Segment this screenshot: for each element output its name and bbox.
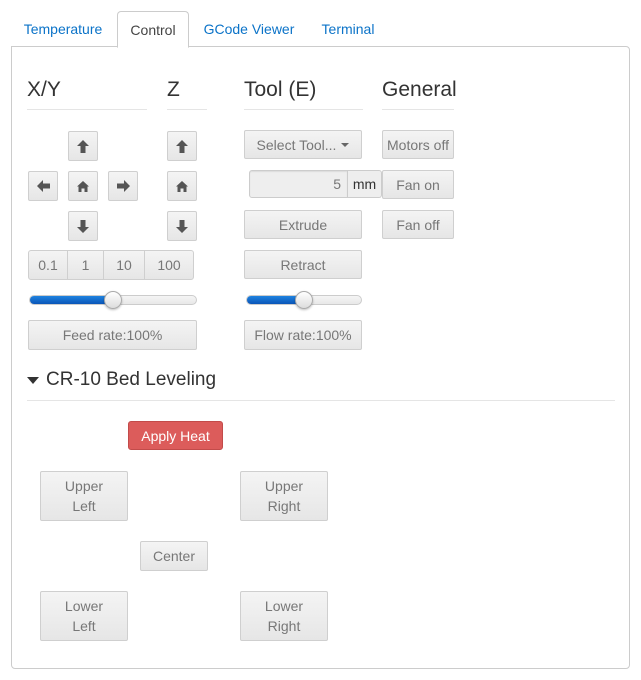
general-heading: General bbox=[382, 78, 457, 101]
extrude-amount-input[interactable] bbox=[249, 170, 348, 198]
lower-right-button[interactable]: Lower Right bbox=[240, 591, 328, 641]
jog-z-plus-button[interactable] bbox=[167, 131, 197, 161]
feed-rate-slider-fill bbox=[30, 296, 113, 304]
lower-left-line2: Left bbox=[72, 618, 96, 634]
flow-rate-slider[interactable] bbox=[246, 291, 362, 309]
lower-left-button[interactable]: Lower Left bbox=[40, 591, 128, 641]
motors-off-button[interactable]: Motors off bbox=[382, 130, 454, 159]
lower-right-line1: Lower bbox=[264, 598, 304, 614]
lower-left-line1: Lower bbox=[64, 598, 104, 614]
step-size-100-button[interactable]: 100 bbox=[144, 250, 194, 280]
feed-rate-slider[interactable] bbox=[29, 291, 197, 309]
bed-leveling-divider bbox=[27, 400, 615, 401]
bed-leveling-title: CR-10 Bed Leveling bbox=[46, 369, 217, 390]
upper-left-line2: Left bbox=[72, 498, 96, 514]
flow-rate-slider-handle[interactable] bbox=[295, 291, 313, 309]
upper-right-button[interactable]: Upper Right bbox=[240, 471, 328, 521]
tab-terminal[interactable]: Terminal bbox=[308, 11, 388, 48]
extrude-button[interactable]: Extrude bbox=[244, 210, 362, 239]
center-button[interactable]: Center bbox=[140, 541, 208, 571]
z-divider bbox=[167, 109, 207, 110]
select-tool-dropdown[interactable]: Select Tool... bbox=[244, 130, 362, 159]
tool-divider bbox=[244, 109, 363, 110]
home-icon bbox=[77, 180, 89, 192]
home-z-button[interactable] bbox=[167, 171, 197, 201]
arrow-down-icon bbox=[176, 219, 188, 233]
upper-left-button[interactable]: Upper Left bbox=[40, 471, 128, 521]
jog-x-minus-button[interactable] bbox=[28, 171, 58, 201]
arrow-left-icon bbox=[36, 180, 50, 192]
tab-temperature[interactable]: Temperature bbox=[11, 11, 115, 48]
feed-rate-slider-handle[interactable] bbox=[104, 291, 122, 309]
jog-y-plus-button[interactable] bbox=[68, 131, 98, 161]
general-divider bbox=[382, 109, 454, 110]
retract-button[interactable]: Retract bbox=[244, 250, 362, 279]
caret-down-icon bbox=[27, 376, 39, 384]
arrow-up-icon bbox=[77, 139, 89, 153]
extrude-amount-unit: mm bbox=[348, 170, 382, 198]
step-size-10-button[interactable]: 10 bbox=[103, 250, 145, 280]
arrow-right-icon bbox=[116, 180, 130, 192]
home-xy-button[interactable] bbox=[68, 171, 98, 201]
jog-x-plus-button[interactable] bbox=[108, 171, 138, 201]
fan-off-button[interactable]: Fan off bbox=[382, 210, 454, 239]
xy-heading: X/Y bbox=[27, 78, 61, 101]
flow-rate-button[interactable]: Flow rate:100% bbox=[244, 320, 362, 350]
step-size-1-button[interactable]: 1 bbox=[67, 250, 104, 280]
z-heading: Z bbox=[167, 78, 180, 101]
step-size-group: 0.1 1 10 100 bbox=[28, 250, 194, 280]
lower-right-line2: Right bbox=[267, 618, 301, 634]
tab-bar: Temperature Control GCode Viewer Termina… bbox=[11, 11, 630, 48]
step-size-0-1-button[interactable]: 0.1 bbox=[28, 250, 68, 280]
arrow-down-icon bbox=[77, 219, 89, 233]
select-tool-label: Select Tool... bbox=[256, 136, 337, 153]
chevron-down-icon bbox=[341, 142, 350, 147]
upper-left-line1: Upper bbox=[64, 478, 104, 494]
tab-gcode-viewer[interactable]: GCode Viewer bbox=[194, 11, 304, 48]
bed-leveling-toggle[interactable]: CR-10 Bed Leveling bbox=[27, 369, 216, 391]
upper-right-line2: Right bbox=[267, 498, 301, 514]
tool-heading: Tool (E) bbox=[244, 78, 317, 101]
arrow-up-icon bbox=[176, 139, 188, 153]
apply-heat-button[interactable]: Apply Heat bbox=[128, 421, 223, 450]
feed-rate-button[interactable]: Feed rate:100% bbox=[28, 320, 197, 350]
fan-on-button[interactable]: Fan on bbox=[382, 170, 454, 199]
jog-y-minus-button[interactable] bbox=[68, 211, 98, 241]
jog-z-minus-button[interactable] bbox=[167, 211, 197, 241]
xy-divider bbox=[27, 109, 147, 110]
home-icon bbox=[176, 180, 188, 192]
upper-right-line1: Upper bbox=[264, 478, 304, 494]
tab-control[interactable]: Control bbox=[117, 11, 189, 48]
control-panel: X/Y Z Tool (E) General 0.1 1 10 100 Feed… bbox=[11, 46, 630, 669]
extrude-amount-group: mm bbox=[249, 170, 382, 198]
